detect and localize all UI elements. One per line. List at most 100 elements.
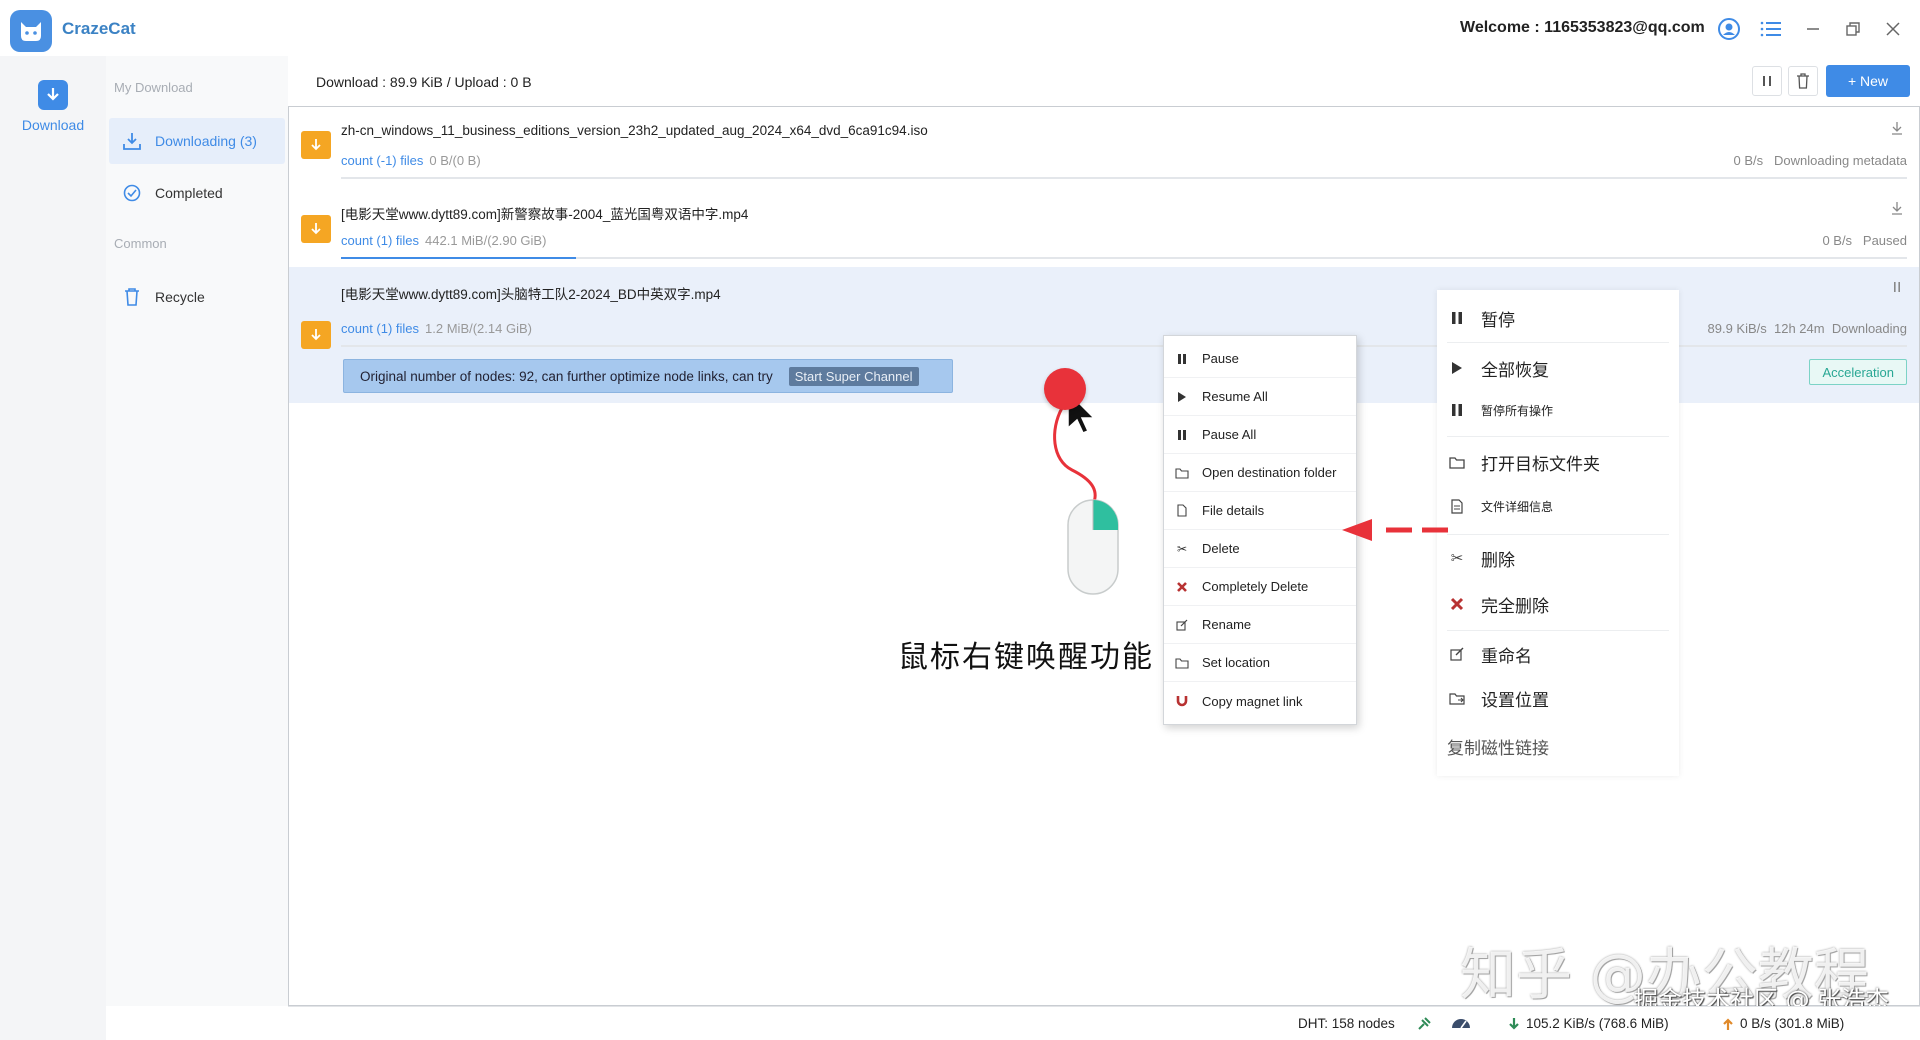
chinese-menu-overlay: 暂停 全部恢复 暂停所有操作 打开目标文件夹 文件详细信息 ✂ 删除 完全删除 … [1437, 290, 1679, 776]
rail-download[interactable]: Download [10, 80, 96, 144]
start-super-channel-button[interactable]: Start Super Channel [788, 366, 919, 386]
down-arrow-icon [1509, 1017, 1519, 1030]
task-count: count (1) files 442.1 MiB/(2.90 GiB) [341, 233, 546, 248]
cn-menu-item: 文件详细信息 [1447, 486, 1669, 526]
file-count: count (1) files [341, 321, 420, 336]
pause-icon [1174, 427, 1190, 443]
task-size: 442.1 MiB/(2.90 GiB) [425, 233, 547, 248]
menu-item-resume-all[interactable]: Resume All [1164, 378, 1356, 416]
trash-icon [121, 286, 143, 308]
cn-menu-label: 复制磁性链接 [1447, 738, 1549, 758]
file-icon [1174, 503, 1190, 519]
file-icon [1447, 498, 1467, 514]
menu-item-pause-all[interactable]: Pause All [1164, 416, 1356, 454]
menu-list-icon[interactable] [1758, 16, 1784, 42]
play-icon [1174, 389, 1190, 405]
scissors-icon: ✂ [1450, 550, 1464, 567]
status-bar: DHT: 158 nodes 105.2 KiB/s (768.6 MiB) 0… [288, 1006, 1920, 1040]
folder-icon [1447, 454, 1467, 470]
play-icon [1447, 360, 1467, 376]
sidebar-item-downloading[interactable]: Downloading (3) [109, 118, 285, 164]
menu-item-label: Pause [1202, 351, 1239, 366]
cn-menu-label: 打开目标文件夹 [1481, 454, 1600, 474]
task-row[interactable]: zh-cn_windows_11_business_editions_versi… [289, 107, 1919, 187]
cn-menu-label: 重命名 [1481, 646, 1532, 666]
download-arrow-icon[interactable] [1889, 201, 1905, 217]
app-name: CrazeCat [62, 19, 136, 38]
progress-bar [341, 177, 1907, 179]
divider [1447, 436, 1669, 437]
task-row[interactable]: [电影天堂www.dytt89.com]新警察故事-2004_蓝光国粤双语中字.… [289, 187, 1919, 267]
super-channel-notice: Original number of nodes: 92, can furthe… [343, 359, 953, 393]
task-status: 0 B/s Paused [1822, 233, 1907, 248]
speed-gauge-icon[interactable] [1450, 1016, 1472, 1030]
user-icon[interactable] [1716, 16, 1742, 42]
rail-download-label: Download [21, 117, 85, 133]
task-name: zh-cn_windows_11_business_editions_versi… [341, 123, 928, 138]
cn-menu-item: 设置位置 [1447, 678, 1669, 718]
x-icon [1447, 596, 1467, 612]
new-task-button[interactable]: + New [1826, 65, 1910, 97]
task-status: 89.9 KiB/s 12h 24m Downloading [1708, 321, 1908, 336]
task-size: 0 B/(0 B) [429, 153, 481, 168]
dht-status: DHT: 158 nodes [1298, 1016, 1395, 1031]
cn-menu-label: 文件详细信息 [1481, 499, 1554, 514]
cn-menu-item: 暂停 [1447, 298, 1669, 338]
upload-speed-text: 0 B/s (301.8 MiB) [1740, 1016, 1845, 1031]
menu-item-set-location[interactable]: Set location [1164, 644, 1356, 682]
task-state: Downloading [1831, 321, 1907, 336]
task-speed: 0 B/s [1733, 153, 1764, 168]
menu-item-open-folder[interactable]: Open destination folder [1164, 454, 1356, 492]
menu-item-file-details[interactable]: File details [1164, 492, 1356, 530]
file-count: count (1) files [341, 233, 420, 248]
task-speed: 0 B/s [1822, 233, 1853, 248]
section-common: Common [114, 236, 167, 251]
up-arrow-icon [1723, 1017, 1733, 1030]
edit-icon [1174, 617, 1190, 633]
task-state: Paused [1862, 233, 1907, 248]
cn-menu-item: 暂停所有操作 [1447, 390, 1669, 430]
sidebar-item-label: Downloading (3) [155, 133, 257, 149]
pause-all-button[interactable] [1752, 66, 1782, 96]
folder-icon [1174, 465, 1190, 481]
menu-item-label: Set location [1202, 655, 1270, 670]
menu-item-pause[interactable]: Pause [1164, 340, 1356, 378]
sidebar: My Download Downloading (3) Completed Co… [106, 56, 288, 1006]
menu-item-completely-delete[interactable]: Completely Delete [1164, 568, 1356, 606]
task-count: count (-1) files 0 B/(0 B) [341, 153, 481, 168]
restore-icon[interactable] [1840, 16, 1866, 42]
magnet-icon [1174, 693, 1190, 709]
sidebar-item-completed[interactable]: Completed [109, 170, 285, 216]
pause-icon[interactable] [1889, 281, 1905, 297]
cn-menu-label: 暂停 [1481, 310, 1515, 330]
click-indicator-icon [1044, 368, 1086, 410]
location-icon [1447, 690, 1467, 706]
menu-item-rename[interactable]: Rename [1164, 606, 1356, 644]
pause-icon [1174, 351, 1190, 367]
task-state: Downloading metadata [1774, 153, 1907, 168]
cn-menu-item: 完全删除 [1447, 584, 1669, 624]
divider [1447, 342, 1669, 343]
acceleration-button[interactable]: Acceleration [1809, 359, 1907, 385]
menu-item-delete[interactable]: ✂ Delete [1164, 530, 1356, 568]
sidebar-item-recycle[interactable]: Recycle [109, 274, 285, 320]
cn-menu-label: 暂停所有操作 [1481, 403, 1554, 418]
sidebar-item-label: Recycle [155, 289, 205, 305]
x-icon [1174, 579, 1190, 595]
annotation-caption: 鼠标右键唤醒功能 [898, 640, 1154, 675]
file-count: count (-1) files [341, 153, 424, 168]
folder-download-icon [301, 321, 331, 349]
pause-icon [1447, 310, 1467, 326]
task-eta: 12h 24m [1774, 321, 1825, 336]
transfer-stats: Download : 89.9 KiB / Upload : 0 B [316, 74, 532, 90]
delete-button[interactable] [1788, 66, 1818, 96]
menu-item-copy-magnet[interactable]: Copy magnet link [1164, 682, 1356, 720]
cn-menu-label: 删除 [1481, 550, 1515, 570]
minimize-icon[interactable] [1800, 16, 1826, 42]
download-arrow-icon[interactable] [1889, 121, 1905, 137]
edit-icon [1447, 646, 1467, 662]
task-speed: 89.9 KiB/s [1707, 321, 1767, 336]
plugin-icon[interactable] [1416, 1016, 1432, 1032]
upload-speed: 0 B/s (301.8 MiB) [1722, 1016, 1844, 1031]
close-icon[interactable] [1880, 16, 1906, 42]
